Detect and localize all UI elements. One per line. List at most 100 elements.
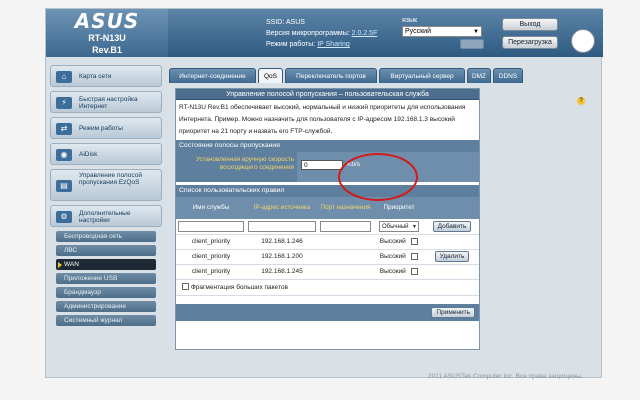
submenu-item-lan[interactable]: ЛВС (56, 245, 156, 256)
rule-port (318, 234, 373, 250)
table-row: client_priority 192.168.1.245 Высокий (176, 264, 479, 280)
rule-service: client_priority (176, 234, 246, 250)
highlight-annotation-circle (338, 153, 418, 201)
language-area: язык Русский ▼ (402, 17, 482, 37)
rule-ip: 192.168.1.246 (246, 234, 318, 250)
operation-mode-icon: ⇄ (56, 123, 72, 135)
submenu-item-usb-app[interactable]: Приложение USB (56, 273, 156, 284)
submenu-item-administration[interactable]: Администрирование (56, 301, 156, 312)
destination-port-input[interactable] (320, 220, 371, 232)
sidebar-item-quick-setup[interactable]: ⚡ Быстрая настройка Интернет (50, 91, 162, 113)
tab-qos[interactable]: QoS (258, 68, 283, 83)
tab-ddns[interactable]: DDNS (493, 68, 523, 83)
upload-speed-label: Установленная вручную скорость восходяще… (195, 156, 294, 171)
help-icon[interactable]: ? (577, 97, 585, 105)
rule-select-checkbox[interactable] (411, 267, 419, 275)
qos-icon: ▤ (56, 180, 72, 192)
ssid-value: ASUS (285, 19, 305, 26)
router-info: SSID: ASUS Версия микропрограммы: 2.0.2.… (266, 17, 377, 50)
rule-select-checkbox[interactable] (411, 252, 419, 260)
sidebar-item-label: Дополнительные настройки (79, 210, 131, 224)
model-name: RT-N13U (88, 33, 126, 43)
submenu-item-firewall[interactable]: Брандмауэр (56, 287, 156, 298)
fragmentation-label: Фрагментация больших пакетов (190, 283, 288, 291)
fragmentation-checkbox[interactable] (182, 283, 189, 291)
mode-label: Режим работы: (266, 41, 316, 48)
sidebar-item-aidisk[interactable]: ◉ AiDisk (50, 143, 162, 165)
rule-port (318, 264, 373, 280)
chevron-down-icon: ▼ (412, 223, 417, 230)
disk-icon: ◉ (56, 149, 72, 161)
column-source-ip: IP-адрес источника (246, 197, 318, 219)
sidebar-item-advanced-settings[interactable]: ⚙ Дополнительные настройки (50, 205, 162, 227)
service-name-input[interactable] (178, 220, 244, 232)
sidebar-item-network-map[interactable]: ⌂ Карта сети (50, 65, 162, 87)
firmware-link[interactable]: 2.0.2.5F (352, 30, 378, 37)
delete-rule-button[interactable]: Удалить (434, 251, 470, 262)
sidebar-item-label: Быстрая настройка Интернет (79, 96, 138, 110)
mode-link[interactable]: IP Sharing (317, 41, 350, 48)
rule-service: client_priority (176, 249, 246, 265)
rules-section-title: Список пользовательских правил (176, 185, 479, 197)
rule-priority: Высокий (379, 268, 406, 276)
copyright-footer: 2011 ASUSTek Computer Inc. Все права защ… (428, 373, 583, 380)
quick-setup-icon: ⚡ (56, 97, 72, 109)
add-rule-button[interactable]: Добавить (432, 220, 472, 232)
rule-priority: Высокий (379, 253, 406, 261)
firmware-label: Версия микропрограммы: (266, 30, 350, 37)
sidebar: ⌂ Карта сети ⚡ Быстрая настройка Интерне… (50, 65, 162, 329)
rules-table: Имя службы IP-адрес источника Порт назна… (176, 197, 479, 280)
language-select[interactable]: Русский ▼ (402, 26, 482, 37)
rule-priority: Высокий (379, 238, 406, 246)
logout-button[interactable]: Выход (502, 18, 558, 31)
column-service-name: Имя службы (176, 197, 246, 219)
column-actions (425, 197, 479, 219)
rule-ip: 192.168.1.245 (246, 264, 318, 280)
ssid-label: SSID: (266, 19, 285, 26)
sidebar-item-operation-mode[interactable]: ⇄ Режим работы (50, 117, 162, 139)
sidebar-item-label: Карта сети (79, 73, 112, 80)
rules-header-row: Имя службы IP-адрес источника Порт назна… (176, 197, 479, 219)
submenu-item-wireless[interactable]: Беспроводная сеть (56, 231, 156, 242)
submenu-item-system-log[interactable]: Системный журнал (56, 315, 156, 326)
new-rule-row: Обычный ▼ Добавить (176, 219, 479, 235)
priority-select-value: Обычный (382, 223, 409, 230)
sidebar-item-ezqos[interactable]: ▤ Управление полосой пропускания EzQoS (50, 169, 162, 201)
robot-mascot-icon (571, 29, 595, 53)
sidebar-item-label: AiDisk (79, 151, 98, 158)
chevron-down-icon: ▼ (473, 29, 479, 35)
tab-virtual-server[interactable]: Виртуальный сервер (379, 68, 465, 83)
table-row: client_priority 192.168.1.246 Высокий (176, 234, 479, 250)
advanced-settings-icon: ⚙ (56, 211, 72, 223)
tab-dmz[interactable]: DMZ (467, 68, 491, 83)
bandwidth-row: Установленная вручную скорость восходяще… (176, 152, 479, 182)
priority-select[interactable]: Обычный ▼ (379, 220, 419, 232)
language-value: Русский (405, 28, 431, 35)
source-ip-input[interactable] (248, 220, 316, 232)
reboot-button[interactable]: Перезагрузка (502, 36, 558, 49)
rule-select-checkbox[interactable] (411, 237, 419, 245)
language-label: язык (402, 17, 418, 24)
apply-button[interactable]: Применить (431, 306, 475, 318)
bandwidth-section-title: Состояние полосы пропускания (176, 140, 479, 152)
column-destination-port: Порт назначения (318, 197, 373, 219)
apply-bar: Применить (176, 303, 479, 321)
sidebar-item-label: Режим работы (79, 125, 123, 132)
qos-panel: Управление полосой пропускания – пользов… (175, 88, 480, 350)
tab-internet-connection[interactable]: Интернет-соединение (169, 68, 256, 83)
asus-logo: ASUS (74, 9, 140, 33)
language-apply-button[interactable] (460, 39, 484, 49)
brand-area: ASUS RT-N13U Rev.B1 (46, 9, 168, 57)
sidebar-item-label: Управление полосой пропускания EzQoS (79, 172, 142, 186)
network-map-icon: ⌂ (56, 71, 72, 83)
model-revision: Rev.B1 (92, 45, 122, 55)
header-bar: ASUS RT-N13U Rev.B1 SSID: ASUS Версия ми… (46, 9, 603, 57)
rule-service: client_priority (176, 264, 246, 280)
table-row: client_priority 192.168.1.200 Высокий Уд… (176, 249, 479, 265)
tab-port-switch[interactable]: Переключатель портов (285, 68, 377, 83)
rule-port (318, 249, 373, 265)
panel-description: RT-N13U Rev.B1 обеспечивает высокий, нор… (179, 104, 466, 135)
fragmentation-row: Фрагментация больших пакетов (176, 280, 479, 296)
upload-speed-input[interactable]: 0 (301, 160, 343, 170)
submenu-item-wan[interactable]: WAN (56, 259, 156, 270)
